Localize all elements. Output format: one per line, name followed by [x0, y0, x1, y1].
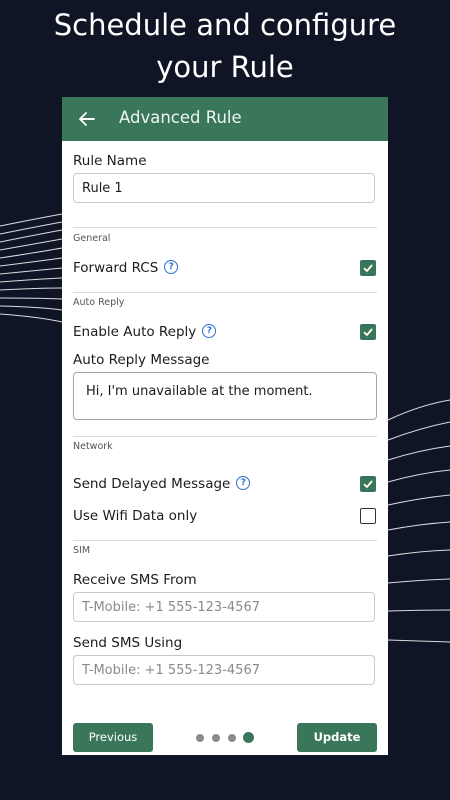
auto-reply-message-label: Auto Reply Message: [73, 352, 210, 368]
page-dot: [212, 734, 220, 742]
page-dot-active: [243, 732, 254, 743]
send-delayed-label: Send Delayed Message: [73, 476, 231, 492]
section-general: General: [73, 233, 111, 244]
divider: [73, 540, 377, 541]
rule-name-input[interactable]: Rule 1: [73, 173, 375, 203]
divider: [73, 436, 377, 437]
phone-screen: Advanced Rule Rule Name Rule 1 General F…: [62, 97, 388, 755]
divider: [73, 227, 377, 228]
wifi-only-checkbox[interactable]: [360, 508, 376, 524]
receive-sms-label: Receive SMS From: [73, 572, 197, 588]
help-icon[interactable]: ?: [236, 476, 251, 490]
auto-reply-message-input[interactable]: Hi, I'm unavailable at the moment.: [73, 372, 377, 420]
divider: [73, 292, 377, 293]
send-sms-label: Send SMS Using: [73, 635, 183, 651]
section-network: Network: [73, 441, 113, 452]
section-sim: SIM: [73, 545, 91, 556]
app-bar: Advanced Rule: [62, 97, 388, 141]
checkmark-icon: [363, 328, 373, 337]
forward-rcs-label: Forward RCS: [73, 260, 159, 276]
receive-sms-select[interactable]: T-Mobile: +1 555-123-4567: [73, 592, 375, 622]
checkmark-icon: [363, 264, 373, 273]
page-title: Advanced Rule: [119, 108, 242, 127]
section-auto-reply: Auto Reply: [73, 297, 125, 308]
send-delayed-row: Send Delayed Message?: [73, 476, 251, 492]
help-icon[interactable]: ?: [202, 324, 217, 338]
enable-auto-reply-checkbox[interactable]: [360, 324, 376, 340]
enable-auto-reply-row: Enable Auto Reply?: [73, 324, 217, 340]
wifi-only-label: Use Wifi Data only: [73, 508, 198, 524]
arrow-left-icon[interactable]: [76, 108, 98, 130]
enable-auto-reply-label: Enable Auto Reply: [73, 324, 197, 340]
checkmark-icon: [363, 480, 373, 489]
page-dot: [228, 734, 236, 742]
send-sms-select[interactable]: T-Mobile: +1 555-123-4567: [73, 655, 375, 685]
send-delayed-checkbox[interactable]: [360, 476, 376, 492]
previous-button[interactable]: Previous: [73, 723, 153, 752]
rule-name-label: Rule Name: [73, 153, 147, 169]
forward-rcs-checkbox[interactable]: [360, 260, 376, 276]
update-button[interactable]: Update: [297, 723, 377, 752]
page-dot: [196, 734, 204, 742]
forward-rcs-row: Forward RCS?: [73, 260, 179, 276]
help-icon[interactable]: ?: [164, 260, 179, 274]
